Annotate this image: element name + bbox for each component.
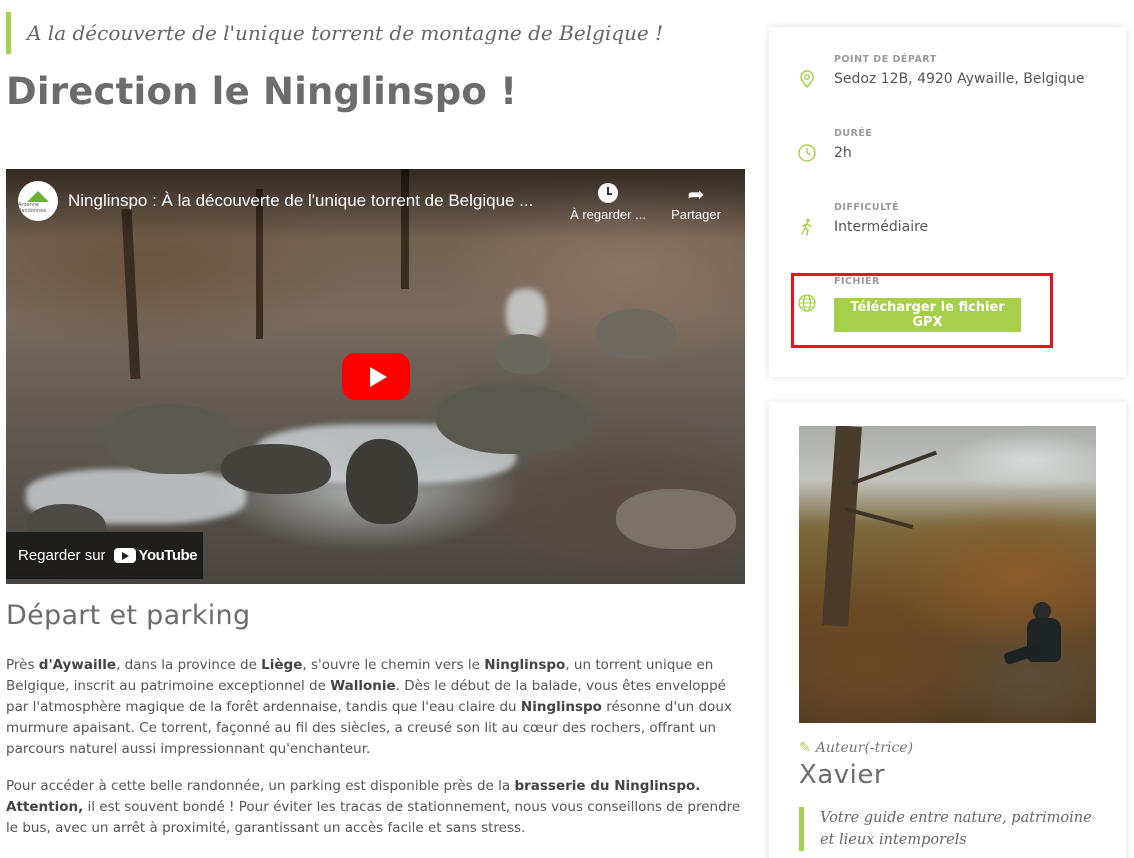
text: il est souvent bondé ! Pour éviter les t…: [6, 799, 741, 836]
bold-text: Liège: [261, 657, 303, 673]
author-name: Xavier: [799, 760, 886, 790]
waterfall: [506, 289, 546, 339]
rock: [346, 439, 418, 524]
youtube-logo-text: YouTube: [138, 547, 198, 564]
author-card: ✎ Auteur(-trice) Xavier Votre guide entr…: [769, 402, 1126, 858]
watch-on-youtube-button[interactable]: Regarder sur YouTube: [6, 532, 203, 579]
author-quote: Votre guide entre nature, patrimoine et …: [799, 807, 1109, 851]
video-title[interactable]: Ninglinspo : À la découverte de l'unique…: [68, 191, 564, 211]
highlight-box: [791, 273, 1053, 348]
author-photo: [799, 426, 1096, 723]
mountain-icon: [27, 190, 49, 202]
duration-value: 2h: [834, 145, 852, 161]
bold-text: d'Aywaille: [38, 657, 116, 673]
location-pin-icon: [800, 70, 814, 89]
difficulty-label: DIFFICULTÉ: [834, 202, 900, 213]
tagline: A la découverte de l'unique torrent de m…: [6, 12, 726, 54]
duration-label: DURÉE: [834, 128, 873, 139]
paragraph-start: Près d'Aywaille, dans la province de Liè…: [6, 655, 746, 760]
rock: [436, 384, 586, 454]
paragraph-parking: Pour accéder à cette belle randonnée, un…: [6, 776, 746, 839]
rock: [596, 309, 676, 359]
text: Pour accéder à cette belle randonnée, un…: [6, 778, 515, 794]
rock: [106, 404, 236, 474]
play-button[interactable]: [342, 353, 410, 400]
hiker-icon: [801, 218, 812, 236]
difficulty-value: Intermédiaire: [834, 219, 929, 235]
tree-trunk: [822, 426, 862, 627]
youtube-video-embed[interactable]: Ardenne Randonnée Ninglinspo : À la déco…: [6, 169, 745, 584]
start-value: Sedoz 12B, 4920 Aywaille, Belgique: [834, 71, 1085, 87]
share-label: Partager: [671, 207, 721, 222]
channel-logo-text: Ardenne Randonnée: [18, 201, 47, 214]
watch-later-button[interactable]: À regarder ...: [564, 183, 652, 222]
rock: [221, 444, 331, 494]
bold-text: Wallonie: [330, 678, 396, 694]
youtube-play-icon: [113, 548, 136, 563]
text: , dans la province de: [115, 657, 262, 673]
pen-icon: ✎: [799, 740, 811, 756]
page-title: Direction le Ninglinspo !: [6, 70, 518, 113]
share-button[interactable]: ➦ Partager: [652, 183, 740, 222]
bold-text: Ninglinspo: [520, 699, 602, 715]
author-label-text: Auteur(-trice): [815, 740, 914, 756]
tagline-text: A la découverte de l'unique torrent de m…: [27, 21, 664, 45]
section-title: Départ et parking: [6, 600, 251, 631]
watch-on-label: Regarder sur: [18, 547, 106, 564]
text: Près: [6, 657, 39, 673]
rock: [496, 334, 551, 374]
rock: [616, 489, 736, 549]
tree-branch: [851, 450, 937, 486]
text: , s'ouvre le chemin vers le: [302, 657, 485, 673]
start-label: POINT DE DÉPART: [834, 54, 937, 65]
author-label: ✎ Auteur(-trice): [799, 740, 913, 756]
bold-text: Ninglinspo: [484, 657, 566, 673]
share-arrow-icon: ➦: [687, 184, 705, 206]
clock-icon: [598, 183, 618, 203]
youtube-logo: YouTube: [113, 547, 198, 564]
channel-logo[interactable]: Ardenne Randonnée: [18, 181, 58, 221]
watch-later-label: À regarder ...: [570, 207, 646, 222]
clock-icon: [798, 144, 816, 162]
